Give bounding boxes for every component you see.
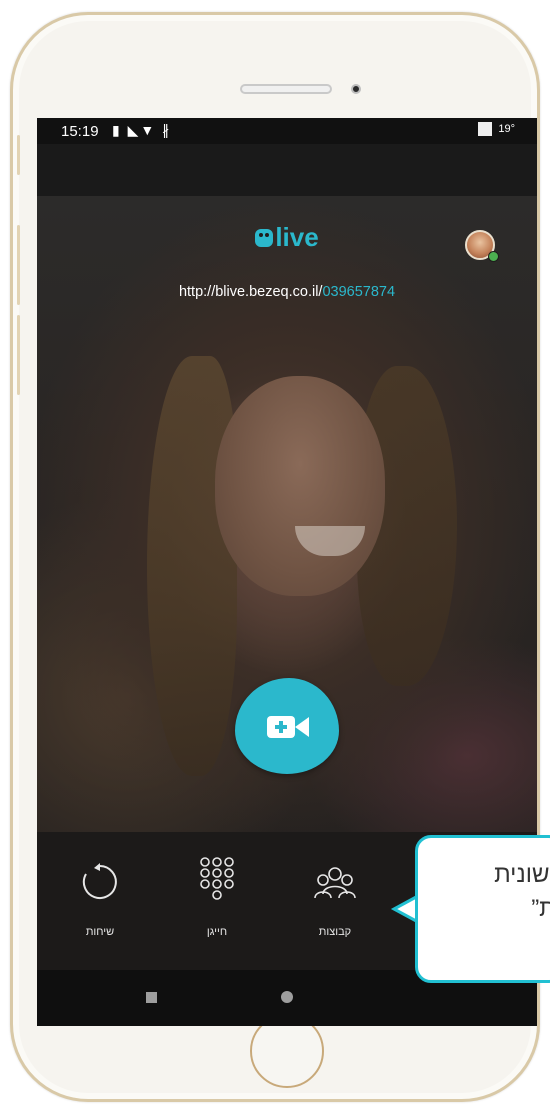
brand-logo: live: [37, 222, 537, 253]
share-link-prefix: http://blive.bezeq.co.il/: [178, 284, 323, 300]
online-status-icon: [488, 251, 499, 262]
status-icons: ▮ ◣▼ ∦: [112, 122, 172, 138]
blive-logo-icon: [255, 229, 274, 247]
start-video-call-button[interactable]: [235, 678, 339, 774]
callout-line-1: לשונית: [494, 861, 550, 888]
home-icon[interactable]: [281, 991, 293, 1003]
share-link-id: 039657874: [322, 284, 396, 300]
photo-face: [215, 376, 385, 596]
photo-hair-left: [147, 356, 237, 776]
brand-name: live: [275, 222, 319, 252]
tab-dialer-label: חייגן: [206, 926, 228, 938]
status-bar: 15:19 ▮ ◣▼ ∦ 19°: [37, 118, 537, 144]
phone-speaker: [240, 84, 332, 94]
tutorial-callout: לשונית ות”: [415, 835, 550, 983]
tab-dialer[interactable]: חייגן: [172, 852, 262, 962]
tab-calls-label: שיחות: [85, 926, 115, 938]
tab-calls[interactable]: שיחות: [55, 852, 145, 962]
phone-side-button: [17, 135, 20, 175]
groups-icon: [314, 867, 356, 899]
status-temperature: 19°: [498, 122, 515, 135]
share-link[interactable]: http://blive.bezeq.co.il/039657874: [37, 284, 537, 300]
app-bar: [37, 144, 537, 196]
status-time: 15:19: [61, 123, 99, 140]
dialpad-icon: [200, 857, 234, 900]
video-call-plus-icon: [267, 716, 309, 738]
phone-volume-up: [17, 225, 20, 305]
callout-line-2: ות”: [531, 895, 550, 922]
tab-groups[interactable]: קבוצות: [290, 852, 380, 962]
status-right: 19°: [478, 122, 515, 136]
phone-volume-down: [17, 315, 20, 395]
notification-icon: [478, 122, 493, 136]
callout-text: לשונית ות”: [418, 858, 550, 926]
tab-groups-label: קבוצות: [318, 926, 352, 938]
phone-camera: [351, 84, 361, 94]
call-history-icon: [82, 863, 117, 899]
recents-icon[interactable]: [146, 992, 157, 1003]
